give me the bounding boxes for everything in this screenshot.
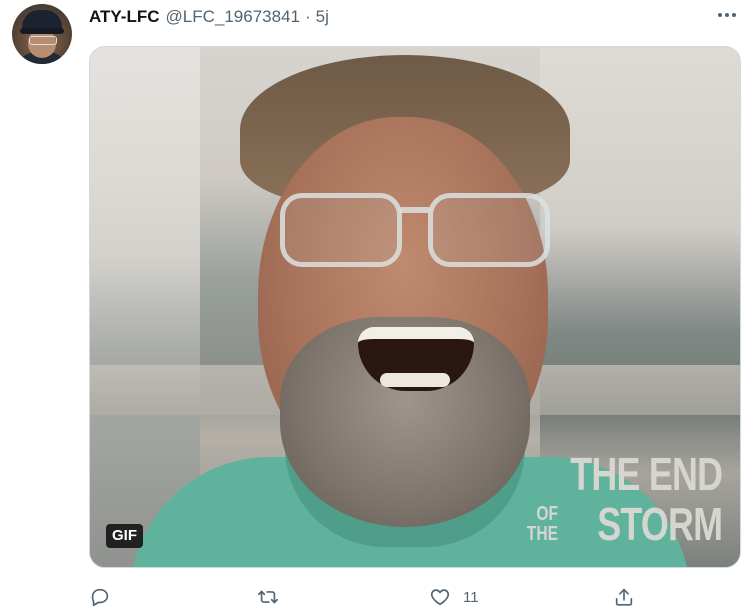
reply-icon bbox=[91, 588, 109, 607]
retweet-button[interactable] bbox=[257, 584, 291, 610]
user-handle[interactable]: @LFC_19673841 bbox=[166, 7, 300, 27]
reply-button[interactable] bbox=[89, 584, 123, 610]
avatar[interactable] bbox=[12, 4, 72, 64]
overlay-storm: STORM bbox=[596, 498, 723, 550]
display-name[interactable]: ATY-LFC bbox=[89, 7, 160, 27]
like-button[interactable]: 11 bbox=[429, 584, 479, 610]
separator-dot: · bbox=[304, 7, 311, 26]
share-icon bbox=[615, 588, 633, 606]
person-teeth bbox=[380, 373, 450, 387]
glasses-lens-right bbox=[428, 193, 550, 267]
heart-icon bbox=[430, 589, 450, 606]
tweet-timestamp[interactable]: 5j bbox=[316, 7, 329, 27]
avatar-cap-brim bbox=[20, 28, 64, 34]
gif-badge: GIF bbox=[106, 524, 143, 548]
more-options-button[interactable] bbox=[712, 4, 742, 26]
overlay-the: THE bbox=[526, 523, 558, 545]
glasses-bridge bbox=[399, 207, 431, 213]
overlay-of: OF bbox=[536, 503, 558, 525]
tweet-header: ATY-LFC @LFC_19673841 · 5j bbox=[89, 5, 329, 29]
more-dot bbox=[725, 13, 729, 17]
video-title-overlay: THE END OF THE STORM bbox=[518, 448, 723, 550]
more-horizontal-icon bbox=[718, 13, 722, 17]
glasses-lens-left bbox=[280, 193, 402, 267]
like-count: 11 bbox=[463, 588, 479, 606]
retweet-icon bbox=[258, 590, 278, 604]
overlay-line2: OF THE STORM bbox=[518, 498, 723, 550]
overlay-line1: THE END bbox=[569, 448, 723, 500]
share-button[interactable] bbox=[613, 584, 647, 610]
avatar-glasses bbox=[29, 36, 57, 45]
gif-media[interactable]: THE END OF THE STORM GIF bbox=[89, 46, 741, 568]
tweet-actions: 11 bbox=[89, 584, 741, 610]
more-dot bbox=[732, 13, 736, 17]
overlay-small-words: OF THE bbox=[527, 504, 558, 544]
